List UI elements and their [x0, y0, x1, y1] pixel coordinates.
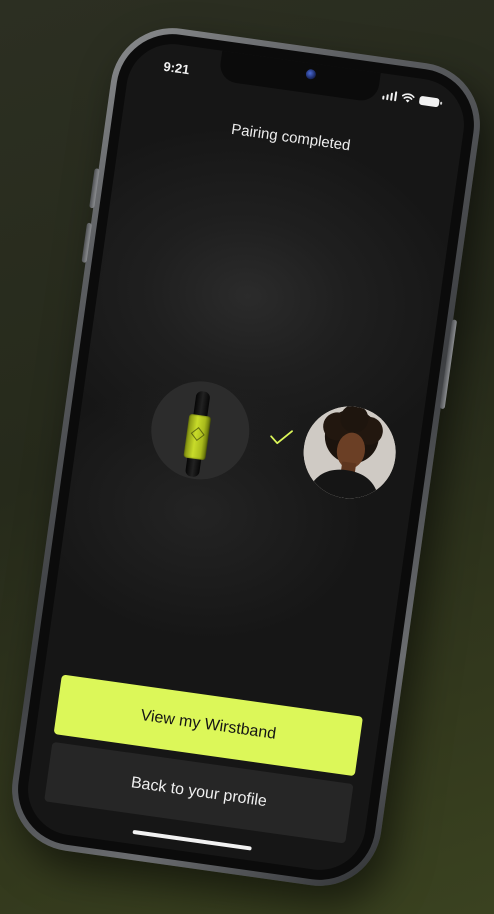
wristband-icon	[181, 390, 215, 478]
app-screen: 9:21 Pairing completed View my Wirstband…	[22, 38, 470, 876]
person-portrait	[297, 400, 402, 505]
battery-icon	[418, 95, 440, 107]
pairing-visual	[72, 365, 424, 521]
page-title: Pairing completed	[230, 120, 352, 155]
front-camera	[305, 68, 317, 80]
user-avatar	[297, 400, 402, 505]
status-icons	[381, 89, 440, 107]
status-time: 9:21	[162, 58, 191, 78]
phone-mockup: 9:21 Pairing completed View my Wirstband…	[4, 20, 488, 894]
promo-backdrop: 9:21 Pairing completed View my Wirstband…	[0, 0, 494, 914]
wifi-icon	[401, 93, 415, 103]
device-thumbnail	[144, 375, 256, 486]
checkmark-icon	[270, 430, 293, 445]
cellular-signal-icon	[381, 89, 398, 102]
